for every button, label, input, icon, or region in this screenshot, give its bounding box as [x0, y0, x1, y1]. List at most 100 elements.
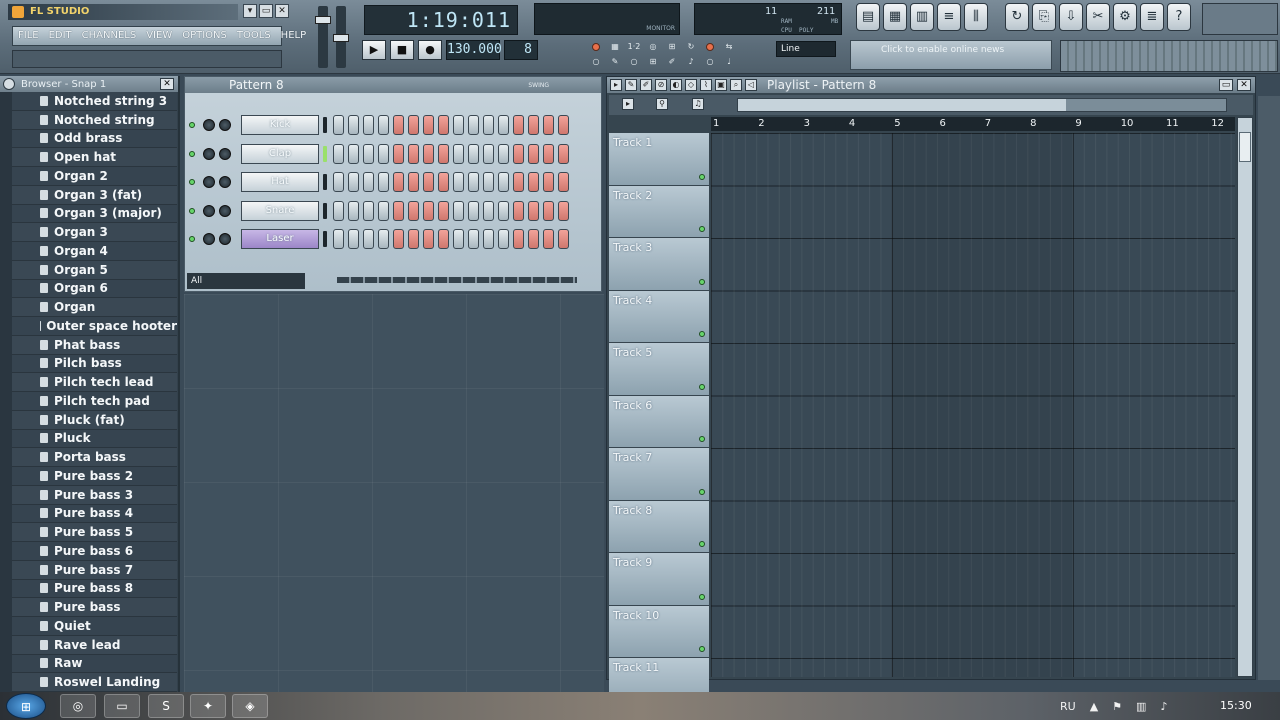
step-button[interactable] [363, 115, 374, 135]
step-button[interactable] [483, 172, 494, 192]
playlist-grid[interactable] [711, 133, 1235, 677]
browser-item[interactable]: Pure bass 8 [12, 579, 177, 599]
piano-roll-icon[interactable]: ▥ [910, 3, 934, 31]
fl-studio-taskbar-icon[interactable]: ✦ [190, 694, 226, 718]
volume-icon[interactable]: ♪ [1160, 700, 1167, 713]
browser-item[interactable]: Roswel Landing [12, 673, 177, 692]
browser-item[interactable]: Pure bass 5 [12, 523, 177, 542]
channel-pan-knob[interactable] [203, 176, 215, 188]
step-button[interactable] [363, 143, 374, 164]
browser-item[interactable]: Pure bass [12, 598, 177, 617]
blend-notes-icon[interactable]: ⊞ [664, 41, 680, 53]
browser-item[interactable]: Porta bass [12, 448, 177, 467]
track-header[interactable]: Track 6 [609, 395, 709, 448]
pat-mode-icon[interactable]: ○ [588, 56, 604, 68]
browser-item[interactable]: Pilch bass [12, 354, 177, 374]
browser-item[interactable]: Pure bass 3 [12, 485, 177, 505]
step-button[interactable] [408, 229, 419, 249]
step-button[interactable] [543, 172, 554, 192]
step-button[interactable] [393, 143, 404, 164]
channel-name-button[interactable]: Clap [241, 143, 319, 164]
start-button[interactable]: ⊞ [6, 693, 46, 719]
channel-volume-knob[interactable] [219, 119, 231, 131]
browser-icon[interactable]: ≡ [937, 3, 961, 31]
zoom-tool-icon[interactable]: ⌕ [730, 79, 742, 91]
browser-item[interactable]: Odd brass [12, 129, 177, 149]
menu-help[interactable]: HELP [276, 27, 311, 45]
step-button[interactable] [558, 200, 569, 221]
step-button[interactable] [498, 172, 509, 192]
track-mute-led[interactable] [699, 488, 705, 495]
browser-item[interactable]: Organ 3 [12, 223, 177, 242]
channel-name-button[interactable]: Laser [241, 229, 319, 249]
step-button[interactable] [453, 172, 464, 192]
select-tool-icon[interactable]: ▣ [715, 79, 727, 91]
playlist-ruler[interactable]: 1 2 3 4 5 6 7 8 9 10 11 12 [711, 117, 1235, 131]
playlist-menu-icon[interactable]: ▸ [610, 79, 622, 91]
channel-select-indicator[interactable] [323, 231, 327, 247]
step-button[interactable] [513, 172, 524, 192]
step-button[interactable] [378, 143, 389, 164]
track-mute-led[interactable] [699, 331, 705, 337]
track-mute-led[interactable] [699, 383, 705, 390]
playlist-vertical-scrollbar[interactable] [1237, 117, 1253, 677]
help-icon[interactable]: ? [1167, 3, 1191, 31]
scrollbar-thumb[interactable] [1239, 132, 1251, 162]
track-header[interactable]: Track 3 [609, 238, 709, 291]
step-button[interactable] [498, 200, 509, 221]
step-button[interactable] [453, 115, 464, 135]
slip-tool-icon[interactable]: ◇ [685, 79, 697, 91]
menu-tools[interactable]: TOOLS [232, 27, 276, 45]
browser-item[interactable]: Pure bass 2 [12, 467, 177, 486]
clock[interactable]: 15:30 [1220, 699, 1252, 712]
pencil-tool-icon[interactable]: ✎ [625, 79, 637, 91]
step-button[interactable] [543, 200, 554, 221]
step-button[interactable] [438, 115, 449, 135]
browser-item[interactable]: Organ 3 (major) [12, 204, 177, 224]
step-button[interactable] [378, 115, 389, 135]
browser-item[interactable]: Open hat [12, 148, 177, 167]
browser-item[interactable]: Notched string 3 [12, 92, 177, 111]
browser-item[interactable]: Raw [12, 654, 177, 674]
mixer-panel-icon[interactable]: ⫼ [964, 3, 988, 31]
step-button[interactable] [333, 115, 344, 135]
pattern-picker-icon[interactable]: ♫ [692, 98, 704, 110]
step-button[interactable] [438, 200, 449, 221]
step-button[interactable] [558, 172, 569, 192]
step-button[interactable] [438, 229, 449, 249]
channel-select-indicator[interactable] [323, 117, 327, 133]
browser-item[interactable]: Organ 4 [12, 242, 177, 261]
playlist-close-button[interactable]: ✕ [1237, 79, 1251, 91]
browser-item[interactable]: Organ 6 [12, 279, 177, 299]
browser-item[interactable]: Organ 3 (fat) [12, 185, 177, 205]
countdown-icon[interactable]: 1·2 [626, 41, 642, 53]
slider-knob[interactable] [315, 16, 331, 24]
pattern-selector[interactable]: 8 [504, 40, 538, 60]
piano-icon[interactable]: ♪ [683, 56, 699, 68]
track-header[interactable]: Track 9 [609, 553, 709, 606]
step-button[interactable] [438, 143, 449, 164]
browser-item[interactable]: Organ 5 [12, 260, 177, 280]
browser-item[interactable]: Pilch tech pad [12, 392, 177, 411]
step-button[interactable] [333, 200, 344, 221]
step-button[interactable] [348, 172, 359, 192]
menu-file[interactable]: FILE [13, 27, 44, 45]
step-button[interactable] [513, 115, 524, 135]
step-button[interactable] [378, 200, 389, 221]
track-mute-led[interactable] [699, 541, 705, 547]
step-button[interactable] [333, 229, 344, 249]
snap-select[interactable]: Line [776, 41, 836, 57]
playback-tool-icon[interactable]: ◁ [745, 79, 757, 91]
network-icon[interactable]: ▥ [1136, 700, 1146, 713]
media-taskbar-icon[interactable]: ◈ [232, 694, 268, 718]
browser-item[interactable]: Pluck (fat) [12, 410, 177, 430]
channel-pan-knob[interactable] [203, 147, 215, 160]
record-led-icon[interactable] [588, 41, 604, 53]
step-button[interactable] [393, 115, 404, 135]
step-button[interactable] [483, 115, 494, 135]
playlist-maximize-button[interactable]: ▭ [1219, 79, 1233, 91]
song-mode-icon[interactable]: ✎ [607, 56, 623, 68]
skype-taskbar-icon[interactable]: S [148, 694, 184, 718]
step-button[interactable] [453, 229, 464, 249]
step-button[interactable] [528, 229, 539, 249]
